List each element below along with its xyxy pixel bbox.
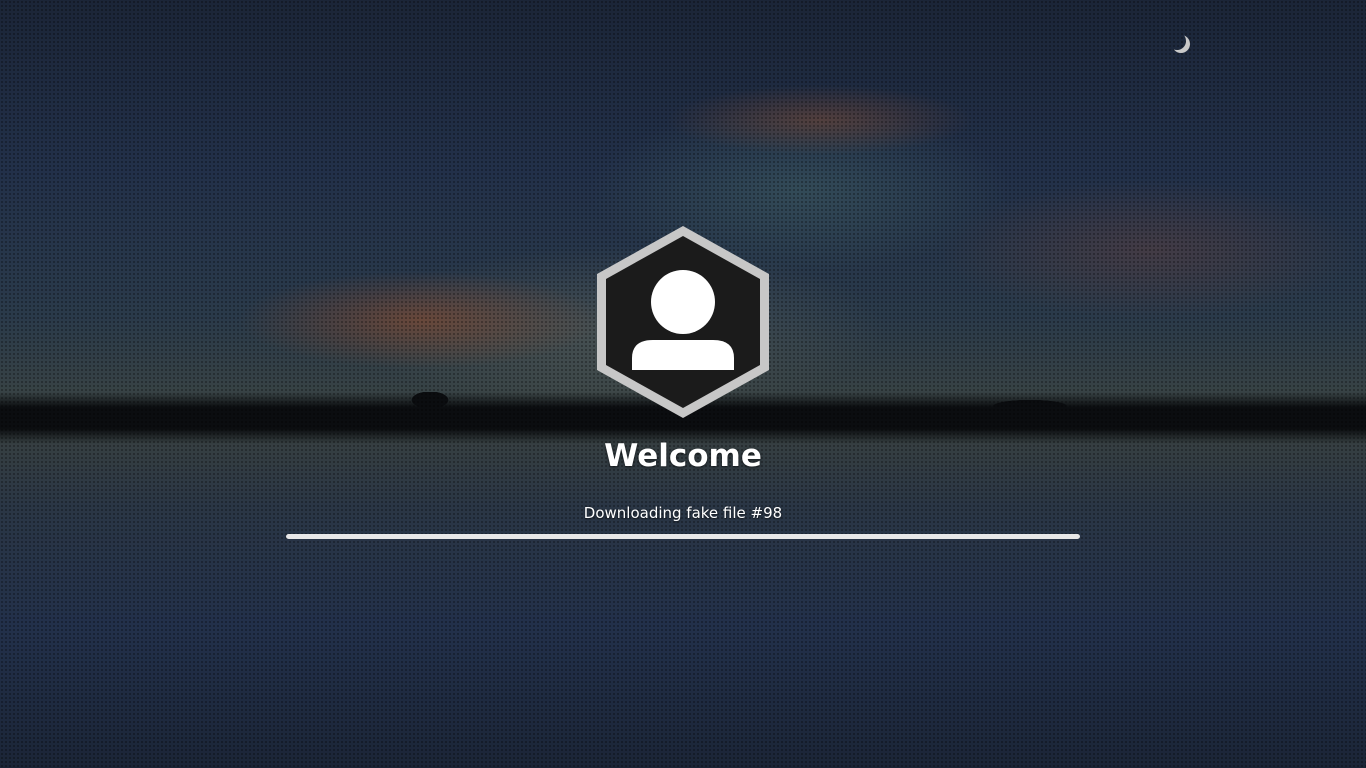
loading-progress-fill xyxy=(286,534,1080,539)
crescent-moon-icon xyxy=(1168,32,1186,50)
loading-status-text: Downloading fake file #98 xyxy=(583,504,783,522)
user-avatar-icon xyxy=(595,224,771,420)
loading-progress-bar xyxy=(286,534,1080,539)
login-screen: Welcome Downloading fake file #98 xyxy=(0,0,1366,768)
welcome-heading: Welcome xyxy=(604,438,762,474)
